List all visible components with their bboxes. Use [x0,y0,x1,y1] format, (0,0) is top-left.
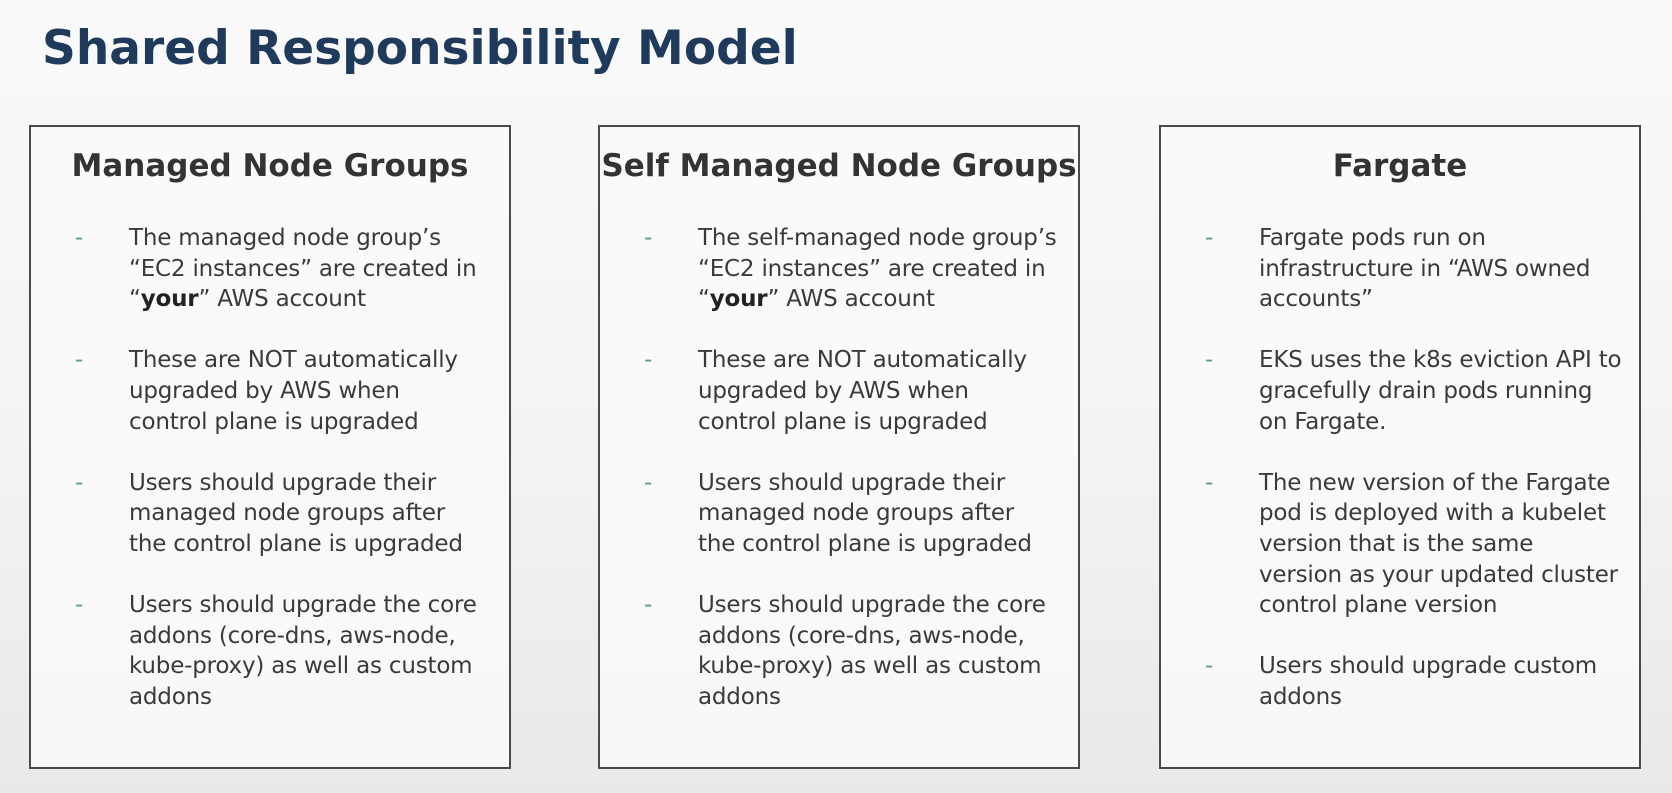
bullet-dash: - [1205,225,1214,251]
bullet-text-line: addons [129,683,212,710]
bullet-list: - The managed node group’s “EC2 instance… [31,223,509,743]
bullet-item: - These are NOT automatically upgraded b… [600,345,1078,437]
bullet-text-line: These are NOT automatically [129,347,458,374]
bullet-list: - Fargate pods run on infrastructure in … [1161,223,1639,743]
bullet-dash: - [1205,347,1214,374]
card-fargate: Fargate - Fargate pods run on infrastruc… [1159,125,1641,769]
bullet-dash: - [75,225,84,251]
bullet-text-line: control plane version [1259,592,1498,619]
bullet-text-line: Fargate pods run on [1259,225,1486,251]
bullet-text-line: managed node groups after [698,500,1015,527]
bullet-item: - Users should upgrade their managed nod… [31,468,509,560]
bullet-text-line: upgraded by AWS when [129,377,400,404]
bullet-text-line: version as your updated cluster [1259,561,1618,588]
bullet-text-line: the control plane is upgraded [698,530,1032,557]
card-self-managed-node-groups: Self Managed Node Groups - The self-mana… [598,125,1080,769]
bullet-item: - Users should upgrade custom addons [1161,651,1639,712]
bullet-text-line: Users should upgrade their [698,469,1006,496]
bullet-item: - The new version of the Fargate pod is … [1161,468,1639,621]
bullet-dash: - [1205,469,1214,496]
bullet-item: - Users should upgrade the core addons (… [31,590,509,712]
bullet-text-line: The new version of the Fargate [1259,469,1611,496]
bullet-text-line: Users should upgrade their [129,469,437,496]
card-heading: Fargate [1332,148,1468,184]
bullet-text-line: the control plane is upgraded [129,530,463,557]
bullet-text-line: addons [698,683,781,710]
bullet-text-line: Users should upgrade custom [1259,653,1597,680]
text-fragment: ” AWS account [198,286,366,313]
text-fragment: ” AWS account [767,286,935,313]
bullet-item: - These are NOT automatically upgraded b… [31,345,509,437]
bullet-item: - The managed node group’s “EC2 instance… [31,223,509,315]
card-heading: Self Managed Node Groups [601,148,1077,184]
bullet-text-line: The self-managed node group’s [698,225,1057,251]
bullet-text-line: pod is deployed with a kubelet [1259,500,1606,527]
bullet-item: - Users should upgrade their managed nod… [600,468,1078,560]
bold-emphasis: your [140,286,199,313]
slide-title: Shared Responsibility Model [42,21,798,76]
bullet-text-line: EKS uses the k8s eviction API to [1259,347,1622,374]
card-heading: Managed Node Groups [71,148,469,184]
bullet-dash: - [644,592,653,619]
bullet-text-line: addons (core-dns, aws-node, [698,622,1025,649]
bullet-item: - Users should upgrade the core addons (… [600,590,1078,712]
bullet-dash: - [644,347,653,374]
bullet-dash: - [644,469,653,496]
bullet-text-line: gracefully drain pods running [1259,377,1593,404]
bullet-text-line: upgraded by AWS when [698,377,969,404]
bullet-text-line: kube-proxy) as well as custom [698,653,1042,680]
bullet-text-line: managed node groups after [129,500,446,527]
bullet-text-line: Users should upgrade the core [129,592,477,619]
bullet-text-line: version that is the same [1259,530,1534,557]
bold-emphasis: your [709,286,768,313]
bullet-text-line: kube-proxy) as well as custom [129,653,473,680]
bullet-text-line: These are NOT automatically [698,347,1027,374]
bullet-text-line: The managed node group’s [129,225,441,251]
bullet-text-line: control plane is upgraded [129,408,419,435]
bullet-dash: - [75,469,84,496]
bullet-text-line: Users should upgrade the core [698,592,1046,619]
bullet-text-line: addons (core-dns, aws-node, [129,622,456,649]
bullet-dash: - [75,347,84,374]
bullet-item: - EKS uses the k8s eviction API to grace… [1161,345,1639,437]
bullet-text-line: addons [1259,683,1342,710]
bullet-list: - The self-managed node group’s “EC2 ins… [600,223,1078,743]
bullet-text-line: accounts” [1259,286,1373,313]
bullet-text-line: control plane is upgraded [698,408,988,435]
bullet-text-line: “your” AWS account [129,284,501,315]
bullet-dash: - [75,592,84,619]
card-managed-node-groups: Managed Node Groups - The managed node g… [29,125,511,769]
bullet-text-line: infrastructure in “AWS owned [1259,255,1591,282]
bullet-item: - The self-managed node group’s “EC2 ins… [600,223,1078,315]
bullet-text-line: “your” AWS account [698,284,1070,315]
bullet-dash: - [644,225,653,251]
bullet-dash: - [1205,653,1214,680]
bullet-text-line: on Fargate. [1259,408,1387,435]
bullet-text-line: “EC2 instances” are created in [698,255,1046,282]
bullet-text-line: “EC2 instances” are created in [129,255,477,282]
quote-open: “ [129,286,141,313]
quote-open: “ [698,286,710,313]
bullet-item: - Fargate pods run on infrastructure in … [1161,223,1639,315]
